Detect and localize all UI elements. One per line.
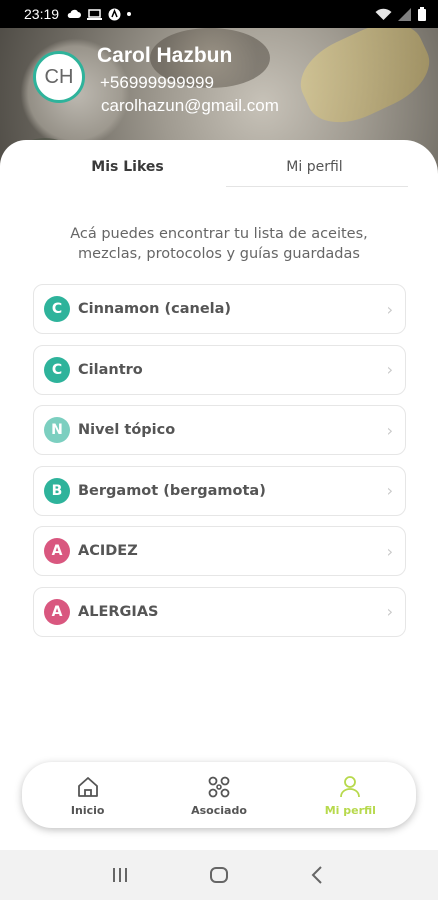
dot-icon	[127, 12, 132, 16]
nav-label: Mi perfil	[324, 804, 376, 817]
list-item-label: Nivel tópico	[78, 422, 176, 438]
tab-mis-likes[interactable]: Mis Likes	[34, 146, 221, 188]
list-item-label: Cinnamon (canela)	[78, 301, 232, 317]
chevron-right-icon: ›	[386, 299, 393, 319]
nav-label: Inicio	[70, 804, 105, 817]
user-email: carolhazun@gmail.com	[101, 96, 279, 115]
back-icon[interactable]	[306, 863, 330, 887]
status-bar: 23:19	[0, 0, 438, 28]
nav-item-inicio[interactable]: Inicio	[22, 762, 153, 828]
list-item[interactable]: C Cilantro ›	[33, 344, 406, 395]
tab-divider	[226, 186, 408, 187]
cloud-icon	[67, 9, 82, 18]
list-item-label: Bergamot (bergamota)	[78, 482, 266, 499]
chevron-right-icon: ›	[386, 541, 393, 561]
chevron-right-icon: ›	[386, 602, 393, 621]
list-item[interactable]: A ACIDEZ ›	[33, 526, 406, 576]
person-icon	[340, 776, 361, 798]
nav-label: Asociado	[191, 804, 247, 817]
signal-icon	[398, 7, 411, 21]
user-name: Carol Hazbun	[97, 44, 233, 67]
wifi-icon	[375, 8, 392, 20]
profile-tabs: Mis Likes Mi perfil	[34, 146, 408, 188]
status-time: 23:19	[24, 6, 60, 22]
chevron-right-icon: ›	[386, 481, 393, 500]
letter-badge: C	[44, 296, 70, 322]
nav-item-asociado[interactable]: Asociado	[153, 762, 284, 828]
list-item[interactable]: C Cinnamon (canela) ›	[33, 284, 406, 334]
letter-badge: B	[44, 477, 70, 504]
letter-badge: A	[44, 538, 70, 564]
laptop-icon	[87, 8, 103, 20]
nav-item-mi-perfil[interactable]: Mi perfil	[285, 762, 416, 828]
app-icon	[108, 8, 121, 20]
letter-badge: N	[44, 417, 70, 443]
letter-badge: A	[44, 598, 70, 625]
likes-list: C Cinnamon (canela) › C Cilantro › N Niv…	[33, 284, 406, 647]
chevron-right-icon: ›	[386, 420, 393, 440]
avatar-initials: CH	[44, 65, 74, 88]
user-phone: +56999999999	[100, 73, 214, 92]
network-icon	[208, 776, 230, 798]
list-item-label: Cilantro	[78, 361, 143, 378]
letter-badge: C	[44, 356, 70, 383]
tab-label: Mi perfil	[286, 159, 343, 175]
chevron-right-icon: ›	[386, 360, 393, 379]
list-item-label: ACIDEZ	[78, 543, 138, 559]
list-item[interactable]: B Bergamot (bergamota) ›	[33, 465, 406, 516]
tab-label: Mis Likes	[91, 159, 164, 175]
battery-icon	[418, 7, 426, 21]
likes-description: Acá puedes encontrar tu lista de aceites…	[70, 226, 368, 262]
home-icon	[77, 777, 98, 797]
list-item[interactable]: N Nivel tópico ›	[33, 405, 406, 455]
status-left-icons	[67, 8, 132, 21]
system-navigation-bar	[0, 850, 438, 900]
tab-mi-perfil[interactable]: Mi perfil	[221, 146, 408, 188]
avatar[interactable]: CH	[33, 51, 85, 103]
bottom-nav: Inicio Asociado Mi perfil	[22, 762, 416, 828]
status-right-icons	[375, 7, 426, 21]
home-button-icon[interactable]	[207, 863, 231, 887]
list-item[interactable]: A ALERGIAS ›	[33, 586, 406, 637]
recent-apps-icon[interactable]	[108, 863, 132, 887]
list-item-label: ALERGIAS	[78, 603, 159, 620]
